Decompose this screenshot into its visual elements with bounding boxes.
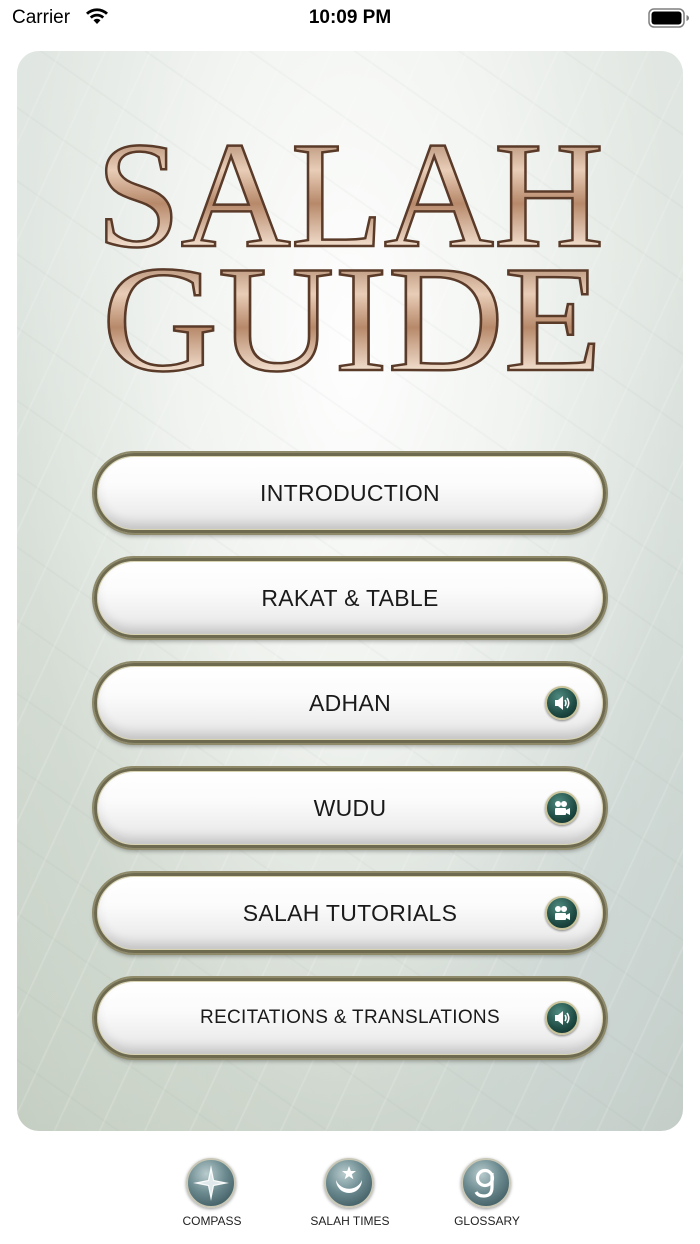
video-camera-icon bbox=[545, 896, 579, 930]
adhan-button[interactable]: ADHAN bbox=[94, 663, 606, 743]
letter-g-icon bbox=[461, 1158, 511, 1208]
recitations-translations-button[interactable]: RECITATIONS & TRANSLATIONS bbox=[94, 978, 606, 1058]
logo-line-2: GUIDE bbox=[102, 235, 602, 388]
tab-glossary-label: GLOSSARY bbox=[454, 1214, 520, 1228]
tab-compass[interactable]: COMPASS bbox=[157, 1158, 267, 1240]
rakat-table-label: RAKAT & TABLE bbox=[261, 584, 439, 611]
wudu-button[interactable]: WUDU bbox=[94, 768, 606, 848]
video-camera-icon bbox=[545, 791, 579, 825]
introduction-button[interactable]: INTRODUCTION bbox=[94, 453, 606, 533]
speaker-icon bbox=[545, 1001, 579, 1035]
status-bar: Carrier 10:09 PM bbox=[0, 0, 700, 38]
speaker-icon bbox=[545, 686, 579, 720]
introduction-label: INTRODUCTION bbox=[260, 479, 440, 506]
crescent-star-icon bbox=[324, 1158, 374, 1208]
status-time: 10:09 PM bbox=[308, 7, 392, 28]
tab-bar: COMPASS SALAH TIMES GLOSSARY bbox=[0, 1140, 700, 1244]
adhan-label: ADHAN bbox=[308, 689, 391, 716]
compass-icon bbox=[186, 1158, 236, 1208]
tab-glossary[interactable]: GLOSSARY bbox=[432, 1158, 542, 1240]
tab-salah-times[interactable]: SALAH TIMES bbox=[295, 1158, 405, 1240]
salah-tutorials-button[interactable]: SALAH TUTORIALS bbox=[94, 873, 606, 953]
rakat-table-button[interactable]: RAKAT & TABLE bbox=[94, 558, 606, 638]
salah-tutorials-label: SALAH TUTORIALS bbox=[242, 899, 458, 926]
recitations-translations-label: RECITATIONS & TRANSLATIONS bbox=[200, 1007, 500, 1028]
tab-compass-label: COMPASS bbox=[182, 1214, 242, 1228]
salah-guide-logo: SALAH GUIDE bbox=[95, 118, 606, 388]
battery-icon bbox=[648, 8, 690, 33]
tab-salah-times-label: SALAH TIMES bbox=[310, 1214, 390, 1228]
wudu-label: WUDU bbox=[313, 794, 387, 821]
